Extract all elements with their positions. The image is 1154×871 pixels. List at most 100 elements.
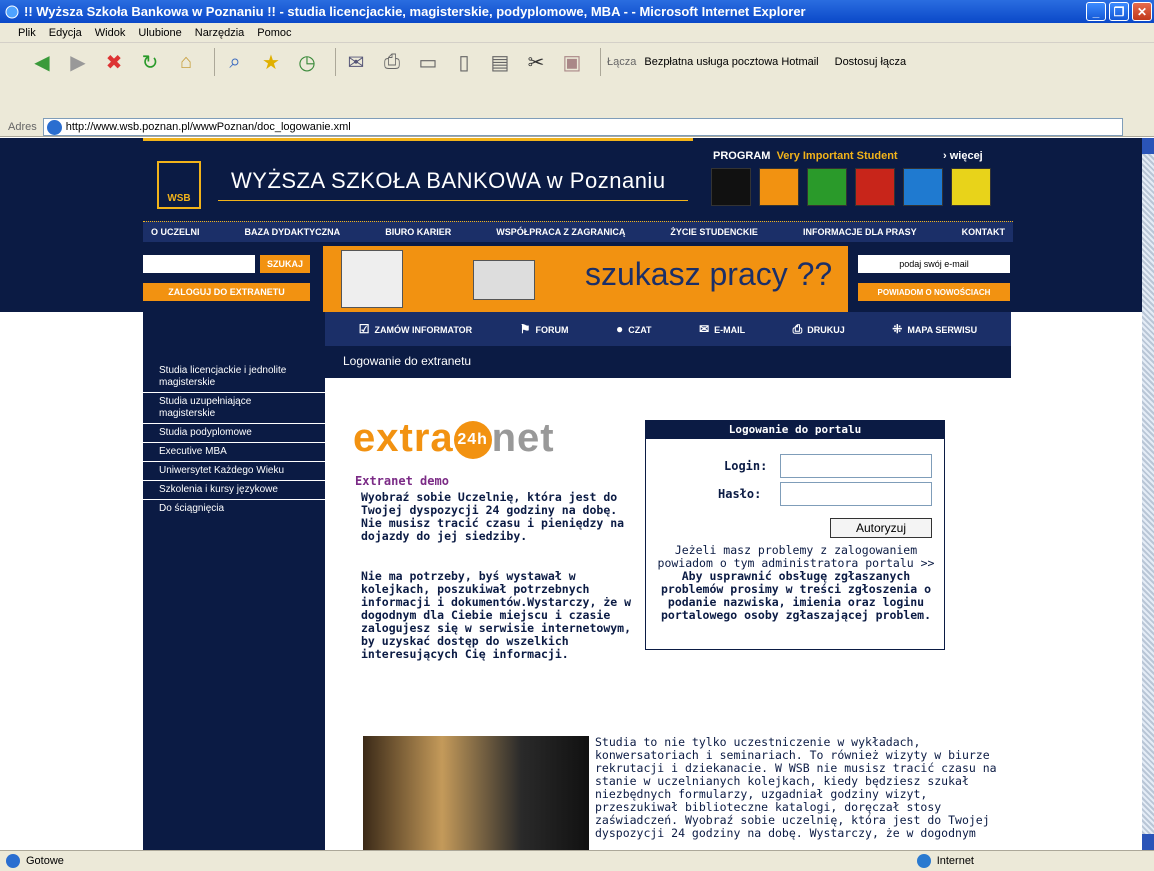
password-input[interactable]	[780, 482, 932, 506]
print-icon[interactable]: ⎙	[378, 48, 406, 76]
login-input[interactable]	[780, 454, 932, 478]
nav-about[interactable]: O UCZELNI	[151, 227, 200, 237]
nav-contact[interactable]: KONTAKT	[962, 227, 1005, 237]
vip-icon-5[interactable]	[903, 168, 943, 206]
research-icon[interactable]: ▤	[486, 48, 514, 76]
help-link[interactable]: Jeżeli masz problemy z zalogowaniem powi…	[652, 544, 940, 570]
page-status-icon	[6, 854, 20, 868]
forum-icon: ⚑	[519, 322, 531, 336]
forward-icon[interactable]: ▶	[64, 48, 92, 76]
body-text: Studia to nie tylko uczestniczenie w wyk…	[595, 735, 997, 840]
menu-edit[interactable]: Edycja	[49, 27, 82, 39]
sidebar-item-courses[interactable]: Szkolenia i kursy językowe	[143, 481, 325, 500]
link-customize[interactable]: Dostosuj łącza	[835, 56, 907, 68]
link-hotmail[interactable]: Bezpłatna usługa pocztowa Hotmail	[644, 56, 818, 68]
close-button[interactable]: ✕	[1132, 2, 1152, 21]
paste-icon[interactable]: ▣	[558, 48, 586, 76]
menu-tools[interactable]: Narzędzia	[195, 27, 245, 39]
home-icon[interactable]: ⌂	[172, 48, 200, 76]
vertical-scrollbar[interactable]	[1142, 138, 1154, 850]
tool-print[interactable]: ⎙ DRUKUJ	[793, 322, 845, 337]
browser-window: !! Wyższa Szkoła Bankowa w Poznaniu !! -…	[0, 0, 1154, 871]
separator	[335, 48, 336, 76]
tool-forum[interactable]: ⚑ FORUM	[520, 322, 569, 336]
address-input[interactable]: http://www.wsb.poznan.pl/wwwPoznan/doc_l…	[42, 117, 1123, 136]
check-icon: ☑	[358, 322, 370, 336]
tool-chat[interactable]: ● CZAT	[616, 322, 652, 336]
back-icon[interactable]: ◀	[28, 48, 56, 76]
mail-icon[interactable]: ✉	[342, 48, 370, 76]
nav-international[interactable]: WSPÓŁPRACA Z ZAGRANICĄ	[496, 227, 625, 237]
tool-sitemap[interactable]: ⁜ MAPA SERWISU	[892, 322, 977, 336]
login-help: Jeżeli masz problemy z zalogowaniem powi…	[652, 544, 940, 622]
sidebar-item-university[interactable]: Uniwersytet Każdego Wieku	[143, 462, 325, 481]
mail-icon: ✉	[699, 322, 710, 336]
tool-email[interactable]: ✉ E-MAIL	[699, 322, 745, 336]
nav-press[interactable]: INFORMACJE DLA PRASY	[803, 227, 917, 237]
demo-heading[interactable]: Extranet demo	[355, 474, 449, 488]
history-icon[interactable]: ◷	[293, 48, 321, 76]
vip-icon-1[interactable]	[711, 168, 751, 206]
search-icon[interactable]: ⌕	[221, 48, 249, 76]
extranet-login-button[interactable]: ZALOGUJ DO EXTRANETU	[143, 283, 310, 301]
security-zone: Internet	[916, 854, 974, 868]
vip-icon-2[interactable]	[759, 168, 799, 206]
sidebar-item-bachelor[interactable]: Studia licencjackie i jednolite magister…	[143, 362, 325, 393]
scroll-down-icon[interactable]	[1142, 834, 1154, 850]
status-text: Gotowe	[26, 855, 64, 867]
search-button[interactable]: SZUKAJ	[260, 255, 310, 273]
main-content: extra 24hnet Extranet demo Wyobraź sobie …	[325, 378, 1011, 850]
status-bar: Gotowe Internet	[0, 850, 1154, 871]
authorize-button[interactable]: Autoryzuj	[830, 518, 932, 538]
refresh-icon[interactable]: ↻	[136, 48, 164, 76]
cut-icon[interactable]: ✂	[522, 48, 550, 76]
edit-icon[interactable]: ▭	[414, 48, 442, 76]
extranet-logo-a: extra	[353, 416, 454, 460]
nav-careers[interactable]: BIURO KARIER	[385, 227, 451, 237]
vip-more-link[interactable]: › więcej	[943, 150, 983, 162]
vip-label: Very Important Student	[776, 150, 898, 162]
menu-view[interactable]: Widok	[95, 27, 126, 39]
description-1: Wyobraź sobie Uczelnię, która jest do Tw…	[361, 490, 625, 543]
zone-text: Internet	[936, 855, 974, 867]
discuss-icon[interactable]: ▯	[450, 48, 478, 76]
career-banner[interactable]: szukasz pracy ??	[323, 246, 848, 312]
sidebar-item-postgraduate[interactable]: Studia podyplomowe	[143, 424, 325, 443]
vip-icon-3[interactable]	[807, 168, 847, 206]
scroll-up-icon[interactable]	[1142, 138, 1154, 154]
sidebar-item-downloads[interactable]: Do ściągnięcia	[143, 500, 325, 518]
page-icon	[46, 119, 62, 135]
sidebar-item-masters[interactable]: Studia uzupełniające magisterskie	[143, 393, 325, 424]
tool-print-label: DRUKUJ	[807, 324, 845, 335]
sitemap-icon: ⁜	[892, 322, 903, 336]
sidebar: Studia licencjackie i jednolite magister…	[143, 312, 325, 850]
menu-favorites[interactable]: Ulubione	[138, 27, 181, 39]
nav-student-life[interactable]: ŻYCIE STUDENCKIE	[670, 227, 758, 237]
tool-order-label: ZAMÓW INFORMATOR	[374, 325, 473, 335]
vip-icon-6[interactable]	[951, 168, 991, 206]
page-viewport: WSB WYŻSZA SZKOŁA BANKOWA w Poznaniu PRO…	[0, 138, 1142, 850]
favorites-icon[interactable]: ★	[257, 48, 285, 76]
maximize-button[interactable]: ❐	[1109, 2, 1129, 21]
search-input[interactable]	[143, 255, 255, 273]
help-note: Aby usprawnić obsługę zgłaszanych proble…	[660, 569, 932, 622]
wsb-logo[interactable]: WSB	[157, 161, 201, 209]
vip-program: PROGRAM Very Important Student	[713, 150, 898, 162]
window-title: !! Wyższa Szkoła Bankowa w Poznaniu !! -…	[24, 4, 806, 19]
vip-icon-4[interactable]	[855, 168, 895, 206]
left-margin	[0, 312, 143, 850]
menu-help[interactable]: Pomoc	[257, 27, 291, 39]
nav-facilities[interactable]: BAZA DYDAKTYCZNA	[245, 227, 341, 237]
minimize-button[interactable]: _	[1086, 2, 1106, 21]
sidebar-item-mba[interactable]: Executive MBA	[143, 443, 325, 462]
login-label: Login:	[724, 459, 768, 473]
tool-sitemap-label: MAPA SERWISU	[907, 325, 978, 335]
notify-button[interactable]: POWIADOM O NOWOŚCIACH	[858, 283, 1010, 301]
email-field[interactable]: podaj swój e-mail	[858, 255, 1010, 273]
menu-file[interactable]: Plik	[18, 27, 36, 39]
title-bar[interactable]: !! Wyższa Szkoła Bankowa w Poznaniu !! -…	[0, 0, 1154, 23]
stop-icon[interactable]: ✖	[100, 48, 128, 76]
tool-order-info[interactable]: ☑ ZAMÓW INFORMATOR	[359, 322, 472, 336]
extranet-logo-net: net	[491, 416, 555, 460]
